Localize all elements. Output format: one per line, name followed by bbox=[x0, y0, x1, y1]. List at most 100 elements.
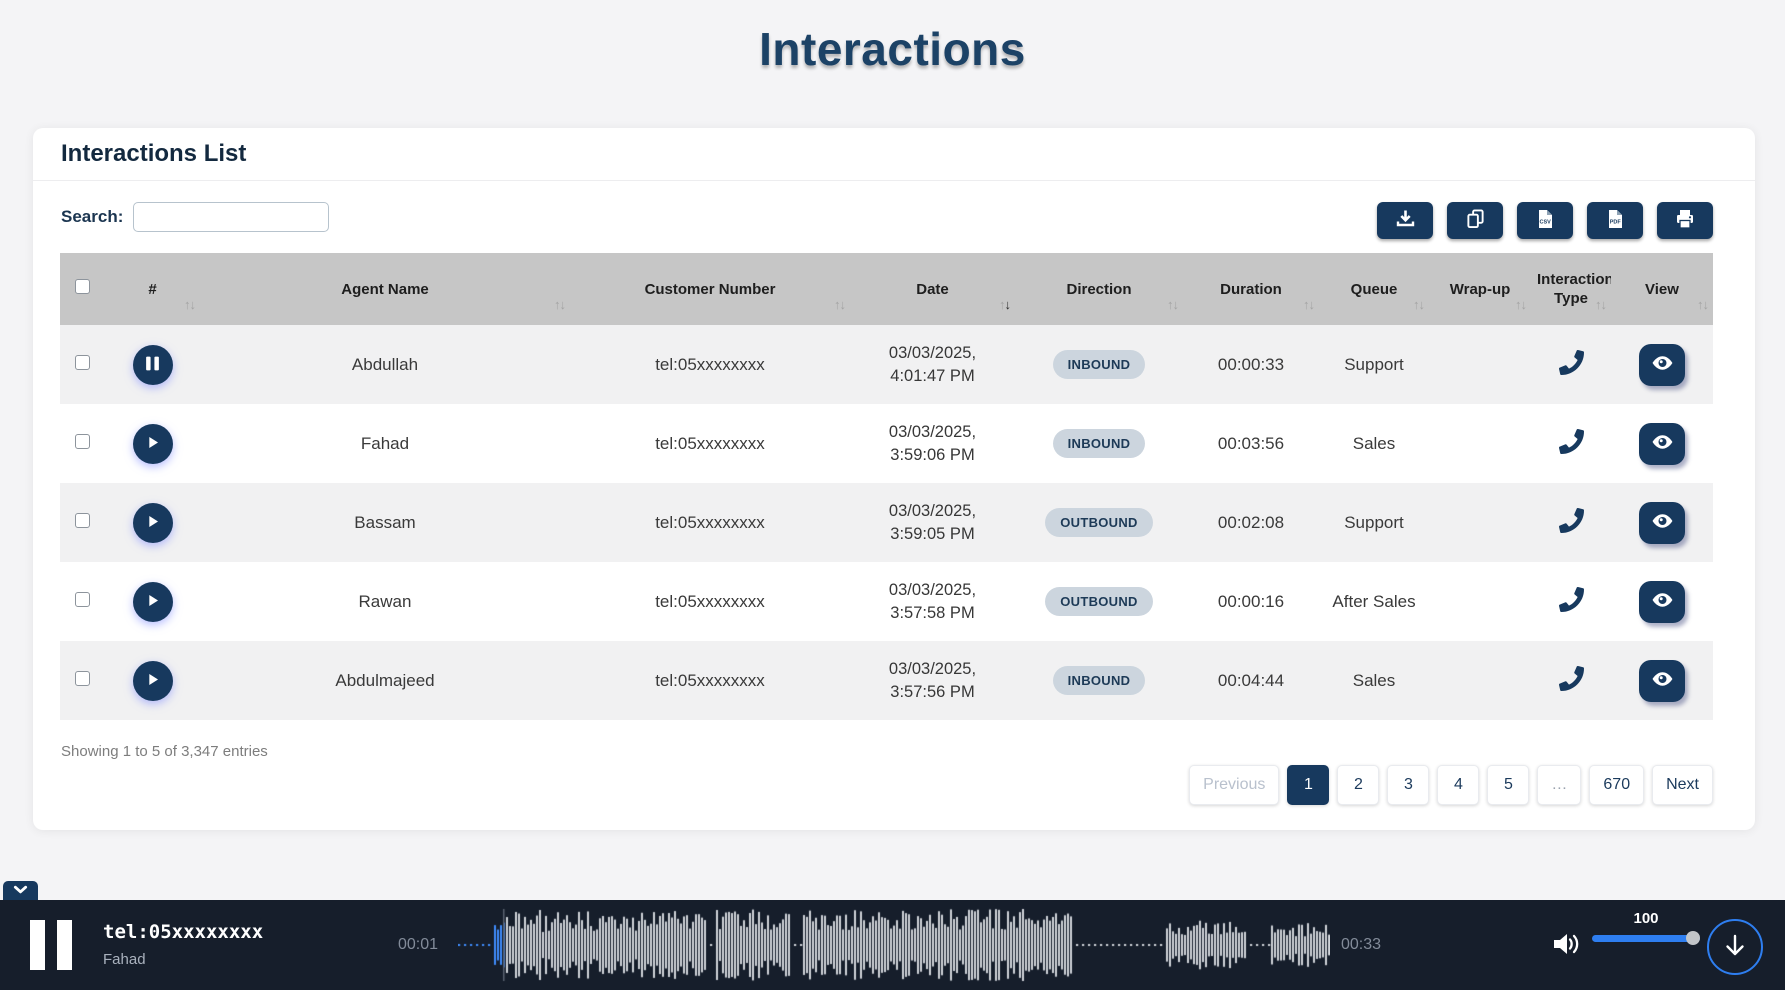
column-label: View bbox=[1645, 281, 1679, 298]
view-cell bbox=[1611, 641, 1713, 720]
column-header-customer-number[interactable]: Customer Number↑↓ bbox=[570, 253, 850, 325]
svg-text:CSV: CSV bbox=[1540, 220, 1552, 226]
entries-summary: Showing 1 to 5 of 3,347 entries bbox=[61, 743, 268, 760]
agent-name-cell: Abdullah bbox=[200, 325, 570, 404]
interactions-table: #↑↓Agent Name↑↓Customer Number↑↓Date↑↓Di… bbox=[60, 253, 1713, 720]
volume-speaker-icon[interactable] bbox=[1552, 931, 1582, 960]
pagination-page-1[interactable]: 1 bbox=[1287, 765, 1329, 805]
pagination-next-button[interactable]: Next bbox=[1652, 765, 1713, 805]
column-label: # bbox=[148, 281, 156, 298]
sort-icons: ↑↓ bbox=[1697, 295, 1708, 314]
search-input[interactable] bbox=[133, 202, 329, 232]
row-play-cell bbox=[105, 483, 200, 562]
view-interaction-button[interactable] bbox=[1639, 581, 1685, 623]
print-button[interactable] bbox=[1657, 202, 1713, 239]
column-header-wrap-up[interactable]: Wrap-up↑↓ bbox=[1429, 253, 1531, 325]
export-pdf-button[interactable]: PDF bbox=[1587, 202, 1643, 239]
column-header-date[interactable]: Date↑↓ bbox=[850, 253, 1015, 325]
phone-icon bbox=[1559, 597, 1584, 616]
phone-icon bbox=[1559, 360, 1584, 379]
duration-cell: 00:03:56 bbox=[1183, 404, 1319, 483]
volume-slider-knob[interactable] bbox=[1686, 931, 1700, 945]
export-csv-button[interactable]: CSV bbox=[1517, 202, 1573, 239]
player-download-button[interactable] bbox=[1707, 919, 1763, 975]
view-interaction-button[interactable] bbox=[1639, 423, 1685, 465]
duration-cell: 00:04:44 bbox=[1183, 641, 1319, 720]
player-track-agent: Fahad bbox=[103, 951, 146, 968]
column-header-view[interactable]: View ↑↓ bbox=[1611, 253, 1713, 325]
column-header-duration[interactable]: Duration↑↓ bbox=[1183, 253, 1319, 325]
download-icon bbox=[1395, 209, 1416, 232]
column-label: Customer Number bbox=[645, 281, 776, 298]
direction-cell: INBOUND bbox=[1015, 404, 1183, 483]
row-play-cell bbox=[105, 641, 200, 720]
play-recording-button[interactable] bbox=[133, 582, 173, 622]
download-button[interactable] bbox=[1377, 202, 1433, 239]
pagination-page-5[interactable]: 5 bbox=[1487, 765, 1529, 805]
direction-badge: INBOUND bbox=[1053, 666, 1146, 695]
collapse-player-button[interactable] bbox=[3, 881, 38, 900]
table-row: Abdullahtel:05xxxxxxxx03/03/2025,4:01:47… bbox=[60, 325, 1713, 404]
pagination-page-670[interactable]: 670 bbox=[1589, 765, 1644, 805]
row-checkbox[interactable] bbox=[75, 434, 90, 449]
wrap-up-cell bbox=[1429, 562, 1531, 641]
play-recording-button[interactable] bbox=[133, 503, 173, 543]
view-interaction-button[interactable] bbox=[1639, 502, 1685, 544]
row-checkbox[interactable] bbox=[75, 513, 90, 528]
column-label: Agent Name bbox=[341, 281, 429, 298]
play-icon bbox=[144, 513, 161, 533]
row-checkbox[interactable] bbox=[75, 355, 90, 370]
csv-icon: CSV bbox=[1536, 209, 1554, 232]
export-toolbar: CSV PDF bbox=[1377, 202, 1713, 239]
phone-icon bbox=[1559, 518, 1584, 537]
view-interaction-button[interactable] bbox=[1639, 660, 1685, 702]
column-label: Date bbox=[916, 281, 949, 298]
pause-recording-button[interactable] bbox=[133, 345, 173, 385]
pagination: Previous12345…670Next bbox=[1189, 765, 1713, 805]
copy-button[interactable] bbox=[1447, 202, 1503, 239]
column-header-agent-name[interactable]: Agent Name↑↓ bbox=[200, 253, 570, 325]
play-icon bbox=[144, 592, 161, 612]
phone-icon bbox=[1559, 439, 1584, 458]
audio-player-bar: tel:05xxxxxxxx Fahad 00:01 00:33 100 bbox=[0, 900, 1785, 990]
column-header-num[interactable]: #↑↓ bbox=[105, 253, 200, 325]
column-header-interaction-type[interactable]: Interaction Type↑↓ bbox=[1531, 253, 1611, 325]
waveform-seekbar[interactable] bbox=[458, 907, 1330, 983]
view-interaction-button[interactable] bbox=[1639, 344, 1685, 386]
pagination-previous-button[interactable]: Previous bbox=[1189, 765, 1279, 805]
player-current-time: 00:01 bbox=[398, 936, 438, 954]
select-all-checkbox[interactable] bbox=[75, 279, 90, 294]
volume-value: 100 bbox=[1592, 910, 1700, 927]
pagination-page-2[interactable]: 2 bbox=[1337, 765, 1379, 805]
play-icon bbox=[144, 671, 161, 691]
player-pause-button[interactable] bbox=[30, 920, 72, 970]
agent-name-cell: Abdulmajeed bbox=[200, 641, 570, 720]
row-select-cell bbox=[60, 404, 105, 483]
pagination-page-3[interactable]: 3 bbox=[1387, 765, 1429, 805]
pagination-page-4[interactable]: 4 bbox=[1437, 765, 1479, 805]
duration-cell: 00:00:16 bbox=[1183, 562, 1319, 641]
eye-icon bbox=[1650, 509, 1675, 536]
date-cell: 03/03/2025,3:57:56 PM bbox=[850, 641, 1015, 720]
column-header-queue[interactable]: Queue↑↓ bbox=[1319, 253, 1429, 325]
sort-icons: ↑↓ bbox=[1303, 295, 1314, 314]
direction-cell: OUTBOUND bbox=[1015, 483, 1183, 562]
column-label: Direction bbox=[1066, 281, 1131, 298]
table-row: Fahadtel:05xxxxxxxx03/03/2025,3:59:06 PM… bbox=[60, 404, 1713, 483]
customer-number-cell: tel:05xxxxxxxx bbox=[570, 562, 850, 641]
play-recording-button[interactable] bbox=[133, 661, 173, 701]
pagination-ellipsis[interactable]: … bbox=[1537, 765, 1581, 805]
card-heading: Interactions List bbox=[61, 140, 246, 168]
copy-icon bbox=[1466, 209, 1485, 232]
play-recording-button[interactable] bbox=[133, 424, 173, 464]
direction-cell: INBOUND bbox=[1015, 325, 1183, 404]
column-label: Wrap-up bbox=[1450, 281, 1511, 298]
row-checkbox[interactable] bbox=[75, 592, 90, 607]
wrap-up-cell bbox=[1429, 483, 1531, 562]
column-label: Queue bbox=[1351, 281, 1398, 298]
row-checkbox[interactable] bbox=[75, 671, 90, 686]
pause-icon bbox=[30, 920, 45, 970]
column-header-direction[interactable]: Direction↑↓ bbox=[1015, 253, 1183, 325]
date-cell: 03/03/2025,3:59:06 PM bbox=[850, 404, 1015, 483]
volume-slider[interactable] bbox=[1592, 935, 1700, 942]
